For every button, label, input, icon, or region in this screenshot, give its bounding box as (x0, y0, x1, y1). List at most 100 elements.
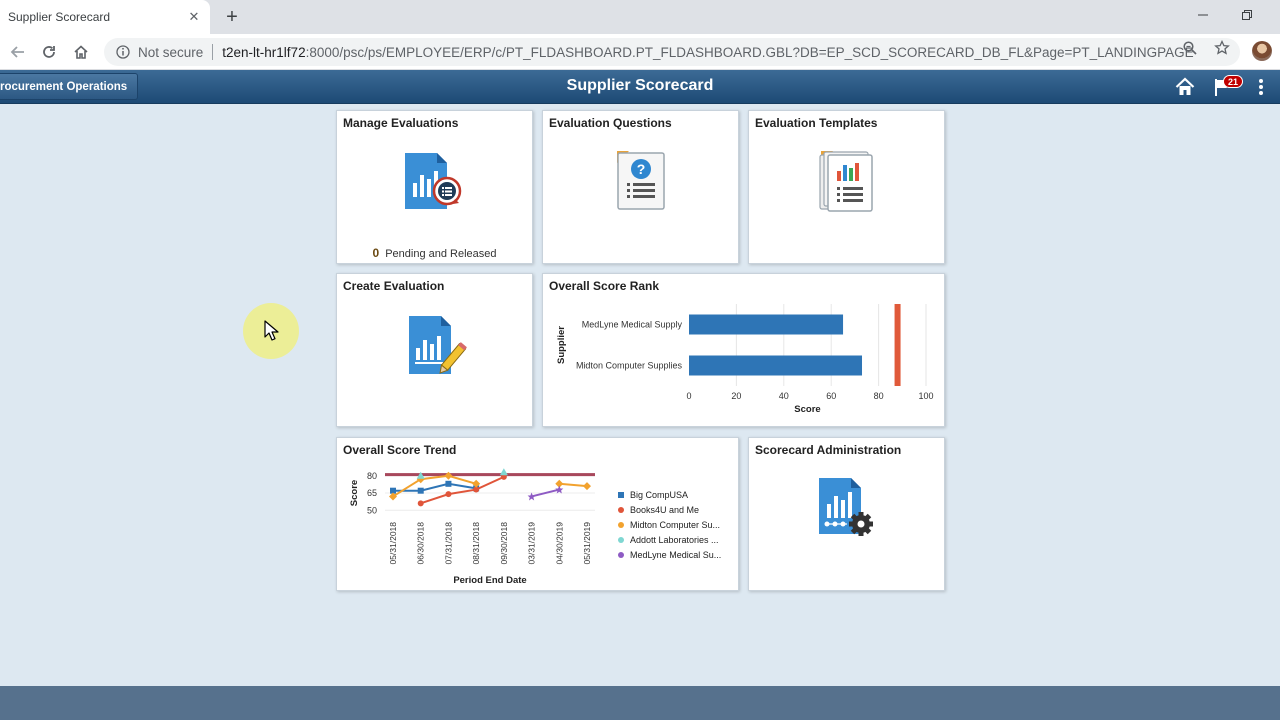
trend-point (527, 492, 536, 501)
trend-legend-swatch (618, 537, 624, 543)
pending-count-value: 0 (372, 246, 380, 260)
trend-legend-swatch (618, 522, 624, 528)
omnibox-divider (212, 44, 214, 60)
rank-bar (689, 314, 844, 335)
score-trend-chart: 50 65 80 05/31/2018 06/30/2018 07/31/2018 08/3… (349, 468, 721, 586)
trend-x-tick-label: 04/30/2019 (554, 522, 564, 565)
trend-target-line (385, 473, 595, 477)
profile-avatar[interactable] (1252, 41, 1272, 61)
tile-create-evaluation[interactable]: Create Evaluation (336, 273, 533, 427)
trend-legend-swatch (618, 492, 624, 498)
tile-title: Overall Score Trend (343, 443, 457, 457)
url-host: t2en-lt-hr1lf72 (222, 44, 306, 60)
svg-text:?: ? (637, 161, 646, 177)
rank-x-tick-label: 80 (874, 391, 884, 401)
rank-x-tick-label: 100 (918, 391, 933, 401)
reload-icon[interactable] (37, 40, 61, 64)
trend-point (445, 491, 452, 498)
trend-point (417, 500, 424, 507)
trend-point (583, 482, 591, 491)
rank-category-label: MedLyne Medical Supply (582, 320, 683, 330)
tile-title: Evaluation Templates (755, 116, 878, 130)
trend-y-tick-label: 80 (367, 471, 377, 481)
trend-legend-label: Big CompUSA (630, 490, 688, 500)
trend-point (499, 468, 508, 476)
trend-legend-swatch (618, 552, 624, 558)
info-icon[interactable] (114, 43, 132, 61)
trend-y-axis-label: Score (349, 480, 360, 506)
bookmark-star-icon[interactable] (1213, 39, 1231, 57)
trend-legend-label: Addott Laboratories ... (630, 535, 719, 545)
trend-x-tick-label: 05/31/2019 (582, 522, 592, 565)
trend-legend-label: Books4U and Me (630, 505, 699, 515)
trend-point (445, 480, 452, 487)
trend-series-line (559, 482, 588, 488)
minimize-window-icon[interactable] (1190, 4, 1216, 26)
page-title: Supplier Scorecard (566, 77, 714, 94)
tile-title: Manage Evaluations (343, 116, 459, 130)
trend-point (444, 471, 453, 480)
trend-legend-swatch (618, 507, 624, 513)
rank-bar (689, 355, 863, 376)
actions-menu-icon[interactable] (1252, 75, 1270, 99)
create-evaluation-icon (409, 316, 467, 374)
trend-x-tick-label: 07/31/2018 (443, 522, 453, 565)
pending-count-label: Pending and Released (385, 248, 497, 260)
trend-legend-label: Midton Computer Su... (630, 520, 720, 530)
rank-target-line (894, 304, 901, 386)
rank-category-label: Midton Computer Supplies (576, 361, 683, 371)
trend-x-axis-label: Period End Date (453, 575, 526, 586)
evaluation-questions-icon: ? (617, 151, 665, 210)
address-bar[interactable]: Not secure t2en-lt-hr1lf72:8000/psc/ps/E… (104, 38, 1240, 66)
browser-tab-active[interactable]: Supplier Scorecard ✕ (0, 0, 210, 34)
tile-title: Overall Score Rank (549, 279, 660, 293)
tile-title: Evaluation Questions (549, 116, 672, 130)
trend-x-tick-label: 03/31/2019 (527, 522, 537, 565)
tile-overall-score-rank[interactable]: Overall Score Rank 0 20 40 60 80 100 MedLyne M… (542, 273, 945, 427)
new-tab-icon[interactable]: + (220, 5, 244, 29)
rank-y-axis-label: Supplier (556, 326, 567, 364)
trend-y-tick-label: 50 (367, 505, 377, 515)
trend-series-line (420, 475, 505, 505)
mouse-cursor-icon (264, 320, 279, 341)
browser-tab-title: Supplier Scorecard (8, 10, 111, 24)
rank-x-tick-label: 40 (779, 391, 789, 401)
tile-evaluation-questions[interactable]: Evaluation Questions ? (542, 110, 739, 264)
url-path: :8000/psc/ps/EMPLOYEE/ERP/c/PT_FLDASHBOA… (305, 44, 1194, 60)
restore-window-icon[interactable] (1234, 4, 1260, 26)
trend-point (417, 487, 424, 494)
browser-tabstrip: Supplier Scorecard ✕ + (0, 0, 1280, 34)
zoom-icon[interactable] (1181, 39, 1199, 57)
score-rank-chart: 0 20 40 60 80 100 MedLyne Medical Supply Midton… (556, 304, 934, 415)
tile-manage-evaluations[interactable]: Manage Evaluations 0 Pending and Released (336, 110, 533, 264)
pending-released-count: 0 Pending and Released (337, 246, 532, 260)
trend-x-tick-label: 05/31/2018 (388, 522, 398, 565)
app-banner: rocurement Operations Supplier Scorecard (0, 70, 1280, 104)
manage-evaluations-icon (405, 153, 462, 209)
back-arrow-icon[interactable] (6, 40, 30, 64)
tile-title: Scorecard Administration (755, 443, 902, 457)
close-tab-icon[interactable]: ✕ (184, 7, 204, 27)
home-icon[interactable] (1174, 75, 1196, 99)
tile-title: Create Evaluation (343, 279, 445, 293)
trend-y-tick-label: 65 (367, 488, 377, 498)
rank-x-tick-label: 0 (686, 391, 691, 401)
url-text[interactable]: t2en-lt-hr1lf72:8000/psc/ps/EMPLOYEE/ERP… (222, 45, 1193, 60)
tile-evaluation-templates[interactable]: Evaluation Templates (748, 110, 945, 264)
trend-x-tick-label: 08/31/2018 (471, 522, 481, 565)
evaluation-templates-icon (819, 151, 873, 212)
trend-legend-label: MedLyne Medical Su... (630, 550, 721, 560)
browser-toolbar: Not secure t2en-lt-hr1lf72:8000/psc/ps/E… (0, 34, 1280, 70)
rank-x-tick-label: 20 (731, 391, 741, 401)
not-secure-label: Not secure (138, 44, 204, 60)
trend-x-tick-label: 06/30/2018 (416, 522, 426, 565)
navigation-collection-button[interactable]: rocurement Operations (0, 73, 139, 100)
home-icon[interactable] (69, 40, 93, 64)
tile-overall-score-trend[interactable]: Overall Score Trend 50 65 80 05/31/2018 06/3… (336, 437, 739, 591)
rank-x-tick-label: 60 (826, 391, 836, 401)
scorecard-administration-icon (819, 478, 873, 536)
footer-bar (0, 686, 1280, 720)
trend-point (555, 485, 564, 494)
tile-scorecard-administration[interactable]: Scorecard Administration (748, 437, 945, 591)
rank-x-axis-label: Score (794, 404, 820, 415)
